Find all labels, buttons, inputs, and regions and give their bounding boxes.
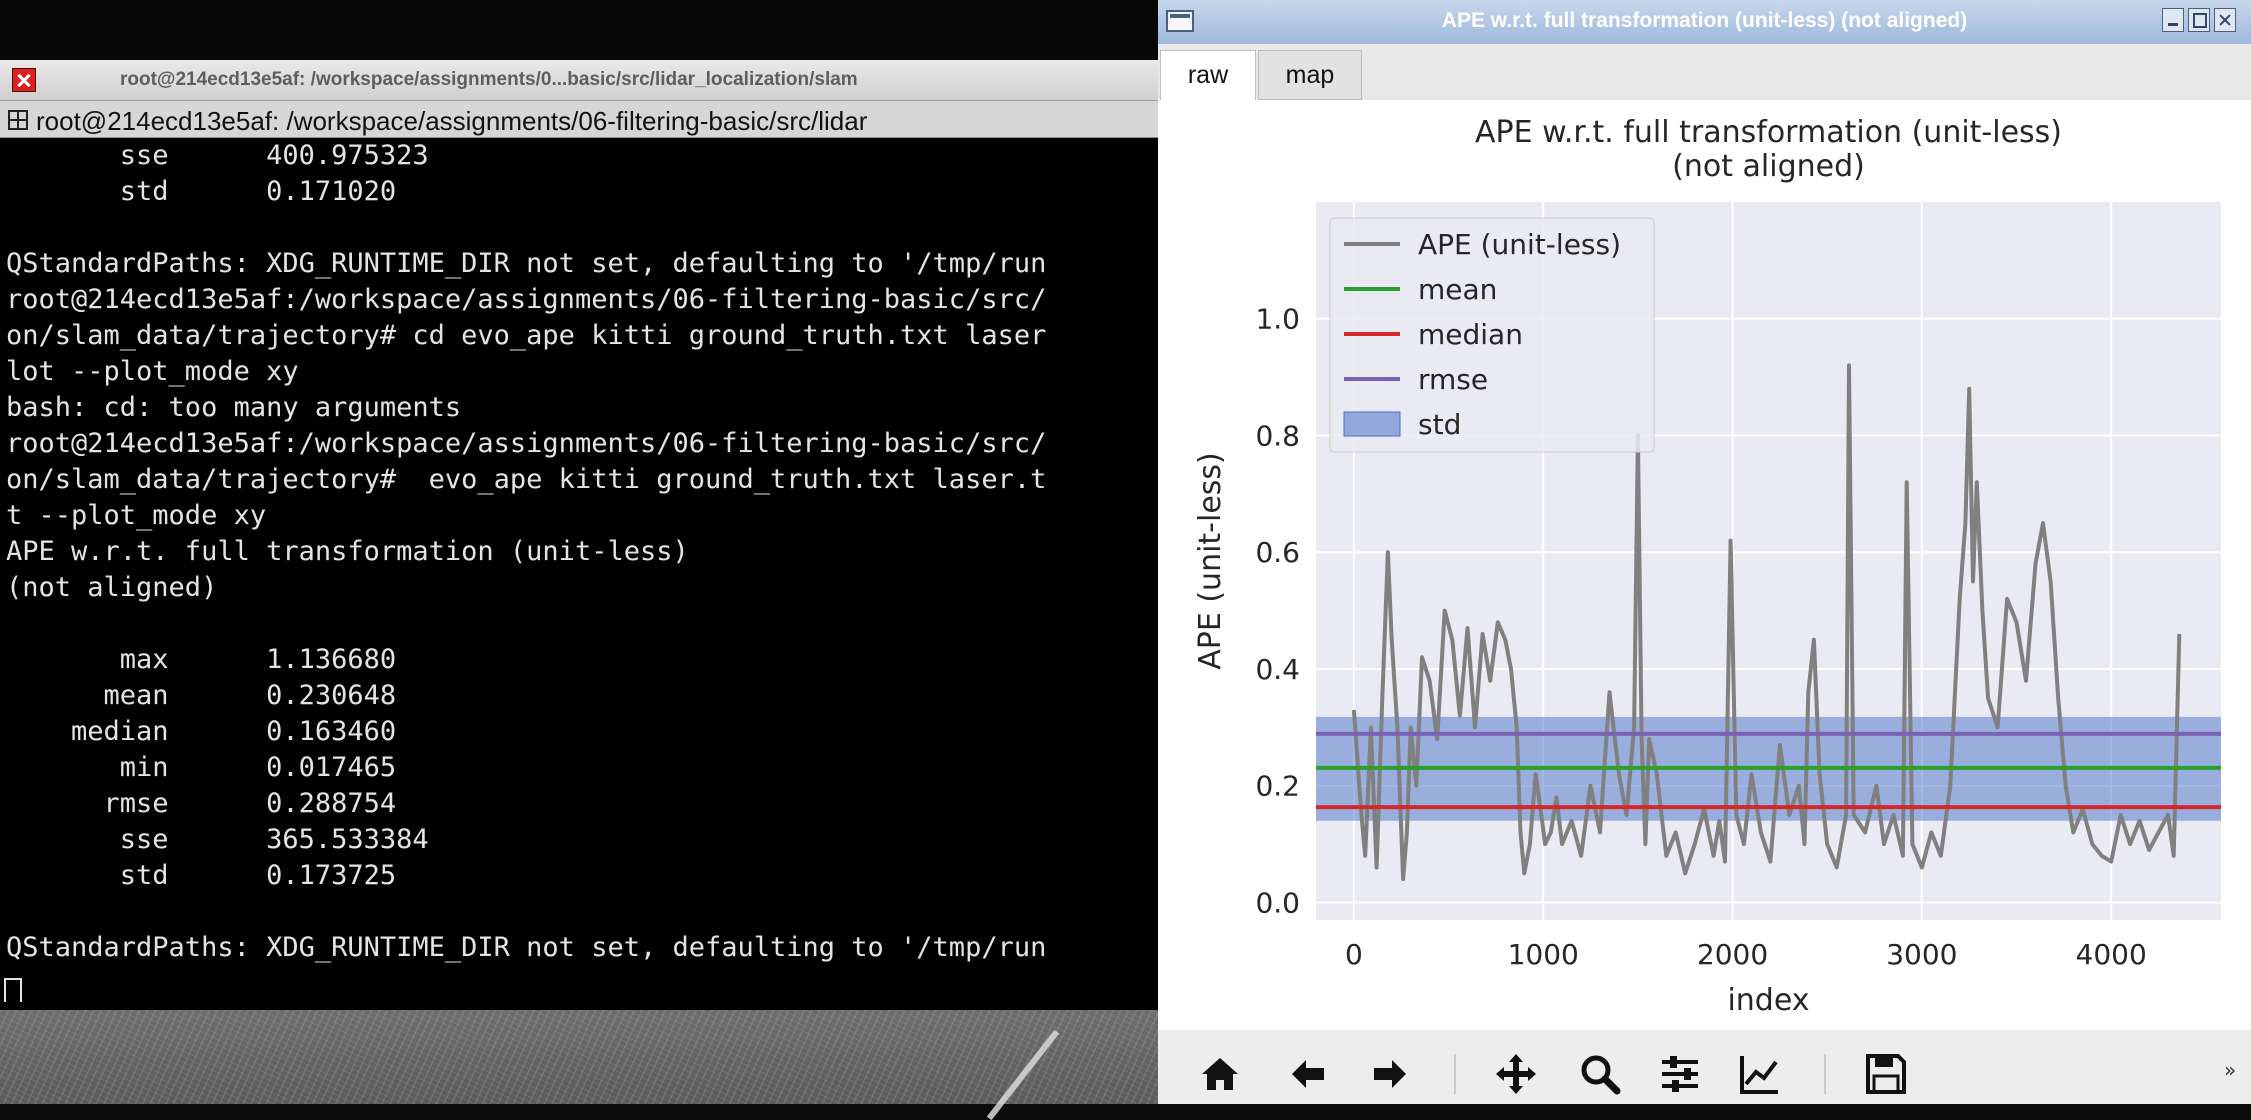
plot-toolbar: » [1158, 1030, 2251, 1104]
x-tick-label: 1000 [1508, 938, 1579, 971]
zoom-icon[interactable] [1578, 1052, 1622, 1096]
terminal-line: std 0.171020 [6, 176, 397, 207]
terminal-line: root@214ecd13e5af:/workspace/assignments… [6, 284, 1047, 315]
y-tick-label: 1.0 [1255, 303, 1300, 336]
terminal-line: mean 0.230648 [6, 680, 397, 711]
terminal-line: sse 365.533384 [6, 824, 429, 855]
chart-title: APE w.r.t. full transformation (unit-les… [1475, 115, 2062, 150]
y-tick-label: 0.4 [1255, 653, 1300, 686]
legend-label: median [1418, 318, 1523, 351]
terminal-line: on/slam_data/trajectory# cd evo_ape kitt… [6, 320, 1047, 351]
chart-subtitle: (not aligned) [1672, 149, 1865, 184]
forward-arrow-icon[interactable] [1368, 1052, 1412, 1096]
legend-label: std [1418, 408, 1461, 441]
toolbar-separator [1454, 1054, 1456, 1094]
terminal-output[interactable]: sse 400.975323 std 0.171020 QStandardPath… [0, 140, 1158, 1002]
configure-subplots-icon[interactable] [1658, 1052, 1702, 1096]
toolbar-separator [1824, 1054, 1826, 1094]
x-tick-label: 0 [1345, 938, 1363, 971]
y-tick-label: 0.0 [1255, 886, 1300, 919]
terminal-line: APE w.r.t. full transformation (unit-les… [6, 536, 689, 567]
tab-raw[interactable]: raw [1160, 50, 1256, 100]
ape-chart: 0 1000 2000 3000 4000 0.0 0.2 0.4 0.6 0.8 1.0 APE w… [1193, 115, 2221, 1018]
pan-icon[interactable] [1494, 1052, 1538, 1096]
close-icon[interactable] [2214, 8, 2236, 32]
terminal-tab-icon [8, 110, 28, 130]
close-icon[interactable] [12, 68, 36, 92]
x-tick-label: 4000 [2076, 938, 2147, 971]
edit-axis-icon[interactable] [1738, 1052, 1782, 1096]
terminal-line: max 1.136680 [6, 644, 397, 675]
plot-window-title: APE w.r.t. full transformation (unit-les… [1441, 9, 1968, 32]
terminal-line: t --plot_mode xy [6, 500, 267, 531]
terminal-tab-title: root@214ecd13e5af: /workspace/assignment… [36, 106, 868, 136]
save-icon[interactable] [1864, 1052, 1908, 1096]
terminal-line: min 0.017465 [6, 752, 397, 783]
x-tick-label: 2000 [1697, 938, 1768, 971]
back-arrow-icon[interactable] [1286, 1052, 1330, 1096]
plot-titlebar[interactable]: APE w.r.t. full transformation (unit-les… [1158, 0, 2251, 45]
minimize-icon[interactable] [2162, 8, 2184, 32]
legend-label: mean [1418, 273, 1497, 306]
terminal-line: QStandardPaths: XDG_RUNTIME_DIR not set,… [6, 248, 1047, 279]
legend-swatch [1343, 411, 1401, 437]
terminal-cursor [4, 978, 22, 1002]
legend-label: APE (unit-less) [1418, 228, 1621, 261]
y-tick-label: 0.8 [1255, 419, 1300, 452]
terminal-line: on/slam_data/trajectory# evo_ape kitti g… [6, 464, 1047, 495]
plot-window[interactable]: APE w.r.t. full transformation (unit-les… [1158, 0, 2251, 1104]
maximize-icon[interactable] [2188, 8, 2210, 32]
terminal-titlebar[interactable]: root@214ecd13e5af: /workspace/assignment… [0, 60, 1158, 101]
x-tick-label: 3000 [1886, 938, 1957, 971]
y-tick-label: 0.6 [1255, 536, 1300, 569]
terminal-line: (not aligned) [6, 572, 218, 603]
terminal-line: sse 400.975323 [6, 140, 429, 171]
terminal-line: bash: cd: too many arguments [6, 392, 462, 423]
terminal-line: lot --plot_mode xy [6, 356, 299, 387]
home-icon[interactable] [1198, 1052, 1242, 1096]
terminal-line: std 0.173725 [6, 860, 397, 891]
tab-map[interactable]: map [1258, 50, 1362, 100]
terminal-window-title: root@214ecd13e5af: /workspace/assignment… [120, 69, 858, 90]
x-axis-label: index [1727, 983, 1809, 1018]
legend-label: rmse [1418, 363, 1488, 396]
figure-canvas[interactable]: 0 1000 2000 3000 4000 0.0 0.2 0.4 0.6 0.8 1.0 APE w… [1158, 100, 2251, 1030]
terminal-line: QStandardPaths: XDG_RUNTIME_DIR not set,… [6, 932, 1047, 963]
y-tick-label: 0.2 [1255, 770, 1300, 803]
terminal-line: rmse 0.288754 [6, 788, 397, 819]
terminal-tab[interactable]: root@214ecd13e5af: /workspace/assignment… [0, 101, 1158, 138]
desktop-wallpaper [0, 1010, 1160, 1120]
terminal-line: root@214ecd13e5af:/workspace/assignments… [6, 428, 1047, 459]
plot-tabbar: raw map [1158, 44, 2251, 101]
y-axis-label: APE (unit-less) [1193, 452, 1228, 670]
terminal-line: median 0.163460 [6, 716, 397, 747]
terminal-window[interactable]: root@214ecd13e5af: /workspace/assignment… [0, 60, 1158, 1010]
toolbar-overflow-button[interactable]: » [2224, 1058, 2236, 1082]
